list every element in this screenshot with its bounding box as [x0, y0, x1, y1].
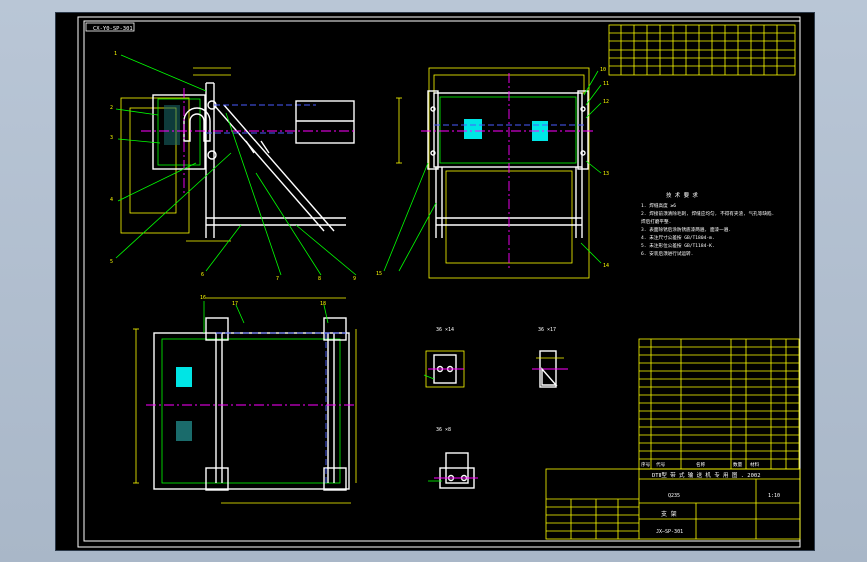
bom-col-name: 名称	[696, 461, 706, 468]
revision-grid	[608, 24, 796, 76]
detail-view-2[interactable]	[532, 350, 568, 388]
callout-7: 7	[276, 276, 279, 282]
callout-3: 3	[110, 135, 113, 141]
parts-list-header: 序号 代号 名称 数量 材料	[641, 461, 760, 468]
detail-label-1: 36 ×14	[436, 327, 454, 333]
callout-1: 1	[114, 51, 117, 57]
parts-list-table[interactable]	[638, 338, 800, 470]
callout-12: 12	[603, 99, 609, 105]
callout-2: 2	[110, 105, 113, 111]
callout-16: 16	[200, 295, 206, 301]
title-material: Q235	[668, 493, 680, 499]
notes-heading: 技 术 要 求	[666, 191, 698, 199]
title-scale: 1:10	[768, 493, 780, 499]
note-line-5: 4. 未注尺寸公差按 GB/T1804-m.	[641, 234, 715, 241]
bom-col-no: 序号	[641, 461, 651, 468]
title-institution: DTⅡ型 带 式 输 送 机 专 用 图 . 2002	[652, 471, 761, 479]
bom-col-material: 材料	[750, 461, 760, 468]
cad-drawing-canvas[interactable]: CX-Y0-SP-301 1 2 3 4 5 6 7 8 9 10 11 12 …	[56, 13, 814, 550]
note-line-6: 5. 未注形位公差按 GB/T1184-K.	[641, 242, 715, 249]
plan-view[interactable]	[133, 297, 357, 504]
callout-11: 11	[603, 81, 609, 87]
callout-6: 6	[201, 272, 204, 278]
callout-14: 14	[603, 263, 609, 269]
detail-label-2: 36 ×17	[538, 327, 556, 333]
title-drawing-number: JX—SP-301	[656, 529, 683, 535]
callout-13: 13	[603, 171, 609, 177]
detail-view-3[interactable]	[428, 452, 478, 489]
title-drawing-name: 支 架	[661, 510, 677, 518]
corner-tag-text: CX-Y0-SP-301	[93, 26, 133, 32]
plan-view-callouts: 16 17 18	[200, 295, 326, 307]
sheet-outer-frame	[77, 16, 801, 548]
callout-4: 4	[110, 197, 113, 203]
callout-15: 15	[376, 271, 382, 277]
bom-col-code: 代号	[656, 461, 666, 468]
bom-col-qty: 数量	[733, 461, 743, 468]
callout-5: 5	[110, 259, 113, 265]
callout-17: 17	[232, 301, 238, 307]
note-line-7: 6. 安装后须进行试运转.	[641, 250, 693, 257]
front-view-callouts: 10 11 12 13 14 15	[376, 67, 609, 277]
note-line-1: 1. 焊缝高度 ≥6	[641, 202, 676, 209]
side-elevation-view[interactable]	[115, 54, 357, 276]
callout-9: 9	[353, 276, 356, 282]
note-line-3: 焊后打磨平整.	[641, 218, 671, 225]
cad-viewport[interactable]: CX-Y0-SP-301 1 2 3 4 5 6 7 8 9 10 11 12 …	[55, 12, 815, 551]
detail-label-3: 36 ×8	[436, 427, 451, 433]
technical-notes: 技 术 要 求 1. 焊缝高度 ≥6 2. 焊接前须清除毛刺, 焊缝应均匀, 不…	[641, 191, 774, 257]
callout-18: 18	[320, 301, 326, 307]
note-line-4: 3. 表面除锈后涂防锈底漆两遍, 面漆一遍.	[641, 226, 731, 233]
callout-8: 8	[318, 276, 321, 282]
front-elevation-view[interactable]	[383, 67, 602, 279]
side-view-callouts: 1 2 3 4 5 6 7 8 9	[110, 51, 356, 282]
note-line-2: 2. 焊接前须清除毛刺, 焊缝应均匀, 不得有夹渣, 气孔等缺陷.	[641, 210, 774, 217]
callout-10: 10	[600, 67, 606, 73]
detail-view-1[interactable]	[423, 350, 465, 388]
